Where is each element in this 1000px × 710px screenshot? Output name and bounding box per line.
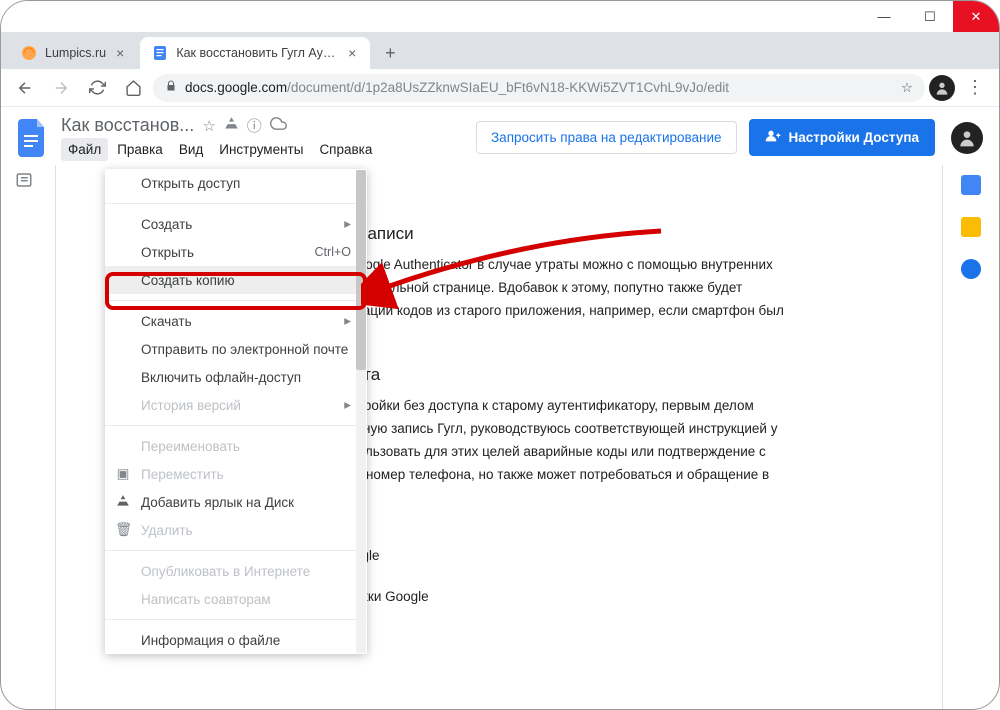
menu-separator	[105, 550, 367, 551]
favicon-lumpics	[21, 45, 37, 61]
menu-file[interactable]: Файл	[61, 138, 108, 161]
menu-view[interactable]: Вид	[172, 138, 210, 161]
nav-reload-button[interactable]	[81, 72, 113, 104]
menuitem-offline[interactable]: Включить офлайн-доступ	[105, 363, 367, 391]
tab-close-icon[interactable]: ×	[114, 45, 126, 61]
window-close-button[interactable]: ✕	[953, 1, 999, 32]
favicon-docs	[152, 45, 168, 61]
submenu-arrow-icon: ▸	[344, 216, 351, 232]
address-bar[interactable]: docs.google.com/document/d/1p2a8UsZZknwS…	[153, 74, 925, 102]
menu-separator	[105, 619, 367, 620]
outline-toggle-icon[interactable]	[15, 171, 33, 194]
menuitem-version-history[interactable]: История версий▸	[105, 391, 367, 419]
tab-docs[interactable]: Как восстановить Гугл Аутентиc ×	[140, 37, 370, 69]
submenu-arrow-icon: ▸	[344, 397, 351, 413]
menuitem-delete[interactable]: 🗑Удалить	[105, 516, 367, 544]
url-text: docs.google.com/document/d/1p2a8UsZZknwS…	[185, 80, 729, 95]
star-icon[interactable]: ☆	[202, 117, 215, 135]
window-titlebar: — ☐ ✕	[1, 1, 999, 33]
share-button-label: Настройки Доступа	[789, 130, 919, 145]
right-rail	[951, 171, 991, 279]
tab-lumpics[interactable]: Lumpics.ru ×	[9, 37, 138, 69]
menuitem-new[interactable]: Создать▸	[105, 210, 367, 238]
file-menu-dropdown: Открыть доступ Создать▸ ОткрытьCtrl+O Со…	[105, 169, 367, 654]
browser-toolbar: docs.google.com/document/d/1p2a8UsZZknwS…	[1, 69, 999, 107]
menuitem-move[interactable]: ▣Переместить	[105, 460, 367, 488]
left-rail	[1, 171, 47, 194]
drive-status-icon[interactable]	[224, 116, 239, 135]
menu-separator	[105, 203, 367, 204]
window-maximize-button[interactable]: ☐	[907, 1, 953, 32]
menu-help[interactable]: Справка	[312, 138, 379, 161]
nav-forward-button[interactable]	[45, 72, 77, 104]
tasks-addon-icon[interactable]	[961, 259, 981, 279]
menuitem-download[interactable]: Скачать▸	[105, 307, 367, 335]
share-button[interactable]: Настройки Доступа	[749, 119, 935, 156]
submenu-arrow-icon: ▸	[344, 313, 351, 329]
docs-menubar: Файл Правка Вид Инструменты Справка	[61, 138, 466, 161]
menuitem-open[interactable]: ОткрытьCtrl+O	[105, 238, 367, 266]
menuitem-email[interactable]: Отправить по электронной почте	[105, 335, 367, 363]
menu-separator	[105, 300, 367, 301]
menu-edit[interactable]: Правка	[110, 138, 170, 161]
shortcut-label: Ctrl+O	[315, 245, 351, 259]
bookmark-star-icon[interactable]: ☆	[901, 80, 913, 96]
menu-separator	[105, 425, 367, 426]
menu-tools[interactable]: Инструменты	[212, 138, 310, 161]
drive-icon	[115, 494, 131, 511]
menuitem-rename[interactable]: Переименовать	[105, 432, 367, 460]
menuitem-drive-shortcut[interactable]: Добавить ярлык на Диск	[105, 488, 367, 516]
docs-header: Как восстанов... ☆ ⓘ Файл Правка Вид Инс…	[1, 107, 999, 161]
tab-title: Lumpics.ru	[45, 46, 106, 60]
folder-icon: ▣	[115, 466, 131, 482]
info-icon[interactable]: ⓘ	[247, 115, 262, 136]
account-avatar[interactable]	[951, 122, 983, 154]
menuitem-share-access[interactable]: Открыть доступ	[105, 169, 367, 197]
docs-logo-icon[interactable]	[15, 117, 51, 159]
nav-home-button[interactable]	[117, 72, 149, 104]
menuitem-coauthors[interactable]: Написать соавторам	[105, 585, 367, 613]
menuitem-file-info[interactable]: Информация о файле	[105, 626, 367, 654]
browser-tabstrip: Lumpics.ru × Как восстановить Гугл Аутен…	[1, 33, 999, 69]
keep-addon-icon[interactable]	[961, 217, 981, 237]
tab-title: Как восстановить Гугл Аутентиc	[176, 46, 338, 60]
window-minimize-button[interactable]: —	[861, 1, 907, 32]
request-edit-button[interactable]: Запросить права на редактирование	[476, 121, 737, 154]
browser-menu-button[interactable]: ⋮	[959, 77, 991, 98]
lock-icon	[165, 80, 177, 95]
dropdown-scrollbar-thumb[interactable]	[356, 170, 366, 370]
menuitem-publish[interactable]: Опубликовать в Интернете	[105, 557, 367, 585]
new-tab-button[interactable]: +	[376, 39, 404, 67]
menuitem-make-copy[interactable]: Создать копию	[105, 266, 367, 294]
calendar-addon-icon[interactable]	[961, 175, 981, 195]
trash-icon: 🗑	[115, 522, 131, 538]
person-add-icon	[765, 128, 781, 147]
tab-close-icon[interactable]: ×	[346, 45, 358, 61]
nav-back-button[interactable]	[9, 72, 41, 104]
browser-profile-avatar[interactable]	[929, 75, 955, 101]
document-title[interactable]: Как восстанов...	[61, 115, 194, 136]
cloud-saved-icon[interactable]	[270, 115, 287, 136]
